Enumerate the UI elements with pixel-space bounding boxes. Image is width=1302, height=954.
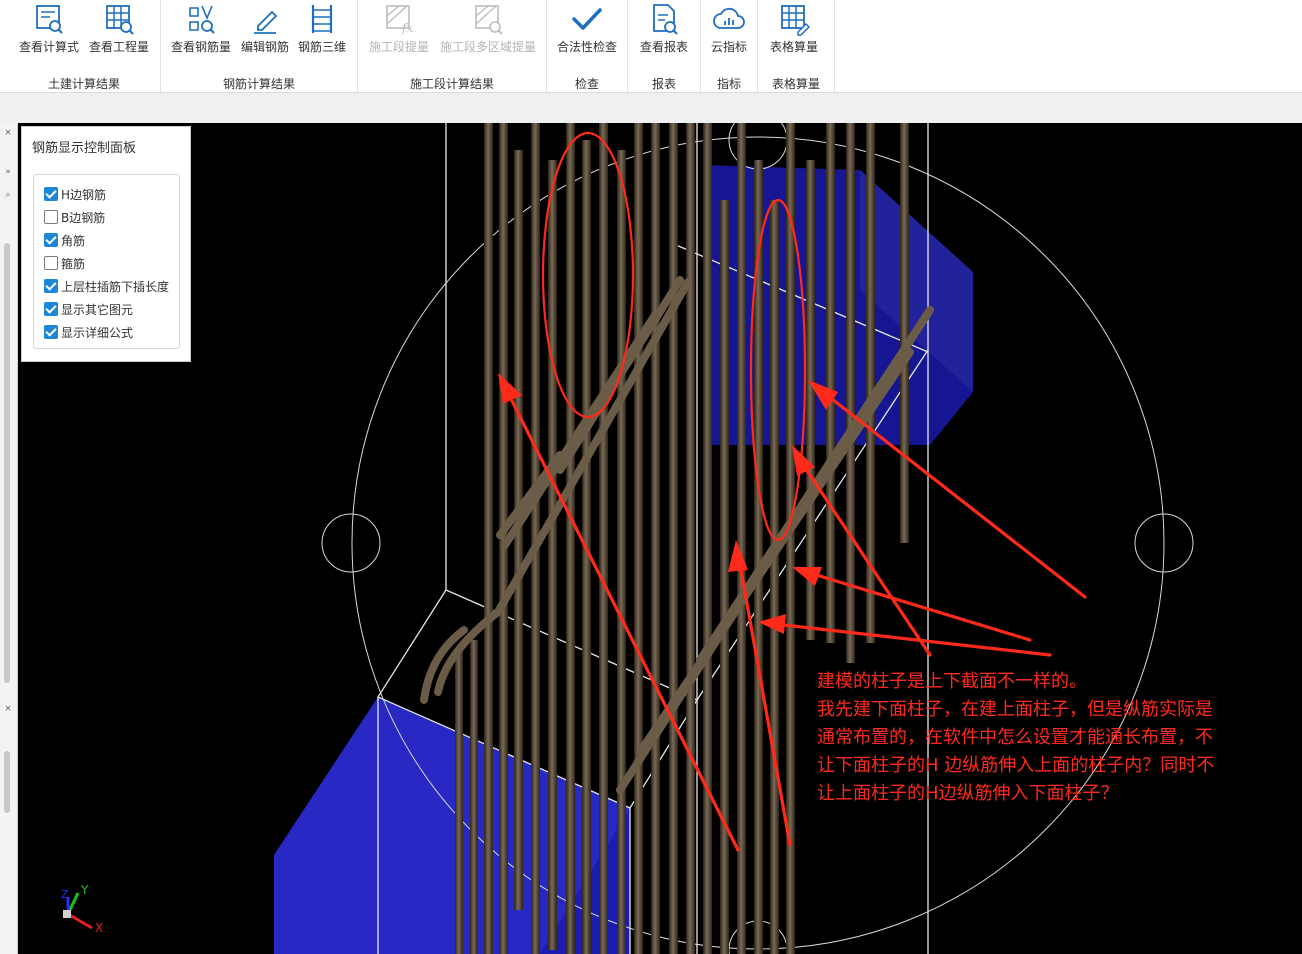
rebar-3d-button[interactable]: 钢筋三维 <box>293 0 351 60</box>
annotation-line: 建模的柱子是上下截面不一样的。 <box>817 671 1087 692</box>
view-report-label: 查看报表 <box>639 40 688 54</box>
cloud-index-label: 云指标 <box>710 40 747 54</box>
group-rebar-results: 查看钢筋量 编辑钢筋 钢筋三维 钢筋计算结果 <box>161 0 358 92</box>
close-icon[interactable]: × <box>2 127 14 139</box>
group-report: 查看报表 报表 <box>628 0 701 92</box>
checkbox[interactable] <box>44 279 58 293</box>
dock-scrollbar[interactable] <box>4 243 10 683</box>
checkbox[interactable] <box>44 187 58 201</box>
axis-label-x: X <box>95 921 104 935</box>
group-table-calc: 表格算量 表格算量 <box>758 0 835 92</box>
axis-label-z: Z <box>61 888 69 901</box>
expand-arrow-icon[interactable]: » <box>2 166 14 178</box>
view-quantity-label: 查看工程量 <box>88 40 149 54</box>
view-rebar-quantity-button[interactable]: 查看钢筋量 <box>165 0 237 60</box>
segment-quantity-icon: fx <box>386 5 413 35</box>
view-formula-label: 查看计算式 <box>18 40 79 54</box>
option-label: 角筋 <box>61 234 86 248</box>
table-calc-button[interactable]: 表格算量 <box>760 0 828 60</box>
rebar-3d-icon <box>311 5 333 33</box>
rebar-display-control-panel: 钢筋显示控制面板 H边钢筋 B边钢筋 角筋 箍筋 上层柱插筋下插长度 显示其它图… <box>21 126 191 362</box>
view-formula-icon <box>36 5 63 34</box>
segment-quantity-button[interactable]: fx 施工段提量 <box>364 0 434 60</box>
checkbox[interactable] <box>44 256 58 270</box>
edit-rebar-button[interactable]: 编辑钢筋 <box>237 0 293 60</box>
group-check: 合法性检查 检查 <box>547 0 628 92</box>
rebar-3d-viewport[interactable]: X Y Z <box>18 123 1302 954</box>
ribbon-toolbar: 查看计算式 查看工程量 土建计算结果 查看钢筋量 编辑钢筋 钢筋三维 钢筋计算结… <box>0 0 1302 92</box>
option-label: 显示其它图元 <box>61 303 134 317</box>
view-report-button[interactable]: 查看报表 <box>632 0 696 60</box>
group-label: 检查 <box>574 77 599 91</box>
check-mark-icon <box>572 8 602 30</box>
left-handle-circle <box>321 513 381 573</box>
panel-title: 钢筋显示控制面板 <box>32 141 137 156</box>
cloud-index-icon <box>713 7 745 29</box>
option-label: H边钢筋 <box>61 188 107 202</box>
view-quantity-icon <box>106 5 134 35</box>
search-icon[interactable]: ⌕ <box>2 189 14 201</box>
annotation-line: 我先建下面柱子，在建上面柱子，但是纵筋实际是 <box>817 699 1213 720</box>
cloud-index-button[interactable]: 云指标 <box>703 0 755 60</box>
rebar-3d-scene[interactable] <box>18 123 1302 954</box>
rebar-3d-label: 钢筋三维 <box>297 40 346 54</box>
checkbox[interactable] <box>44 210 58 224</box>
svg-text:fx: fx <box>401 21 413 35</box>
panel-options-box: H边钢筋 B边钢筋 角筋 箍筋 上层柱插筋下插长度 显示其它图元 显示详细公式 <box>33 174 180 349</box>
annotation-line: 通常布置的，在软件中怎么设置才能通长布置，不 <box>817 727 1213 748</box>
segment-multi-area-label: 施工段多区域提量 <box>439 40 536 54</box>
segment-multi-area-icon <box>475 5 503 35</box>
annotation-line: 让下面柱子的H 边纵筋伸入上面的柱子内？同时不 <box>817 755 1215 776</box>
view-formula-button[interactable]: 查看计算式 <box>12 0 86 60</box>
checkbox[interactable] <box>44 325 58 339</box>
view-rebar-quantity-label: 查看钢筋量 <box>170 40 231 54</box>
left-dock-collapsed: × » ⌕ × <box>0 123 18 954</box>
option-label: 上层柱插筋下插长度 <box>61 280 170 294</box>
view-rebar-quantity-icon <box>189 5 215 34</box>
tab-strip <box>0 93 1302 123</box>
dock-scrollbar[interactable] <box>4 751 10 813</box>
group-label: 表格算量 <box>771 77 820 91</box>
edit-rebar-label: 编辑钢筋 <box>240 40 289 54</box>
close-icon[interactable]: × <box>2 703 14 715</box>
option-label: 显示详细公式 <box>61 326 134 340</box>
segment-multi-area-button[interactable]: 施工段多区域提量 <box>438 0 538 60</box>
group-label: 报表 <box>651 77 676 91</box>
checkbox[interactable] <box>44 233 58 247</box>
segment-quantity-label: 施工段提量 <box>368 40 429 54</box>
group-index: 云指标 指标 <box>701 0 758 92</box>
table-calc-icon <box>781 5 811 36</box>
axis-label-y: Y <box>81 883 89 897</box>
option-label: B边钢筋 <box>61 211 106 225</box>
group-segment-results: fx 施工段提量 施工段多区域提量 施工段计算结果 <box>358 0 547 92</box>
checkbox[interactable] <box>44 302 58 316</box>
option-label: 箍筋 <box>61 257 86 271</box>
view-quantity-button[interactable]: 查看工程量 <box>86 0 152 60</box>
annotation-text: 建模的柱子是上下截面不一样的。 我先建下面柱子，在建上面柱子，但是纵筋实际是 通… <box>817 668 1287 808</box>
group-civil-results: 查看计算式 查看工程量 土建计算结果 <box>8 0 161 92</box>
validity-check-button[interactable]: 合法性检查 <box>552 0 622 60</box>
view-report-icon <box>653 4 678 35</box>
table-calc-label: 表格算量 <box>769 40 818 54</box>
group-label: 施工段计算结果 <box>409 77 494 91</box>
edit-rebar-icon <box>254 10 278 34</box>
group-label: 钢筋计算结果 <box>222 77 295 91</box>
group-label: 指标 <box>716 77 741 91</box>
group-label: 土建计算结果 <box>47 77 120 91</box>
validity-check-label: 合法性检查 <box>556 40 617 54</box>
annotation-line: 让上面柱子的H边纵筋伸入下面柱子？ <box>817 783 1119 804</box>
